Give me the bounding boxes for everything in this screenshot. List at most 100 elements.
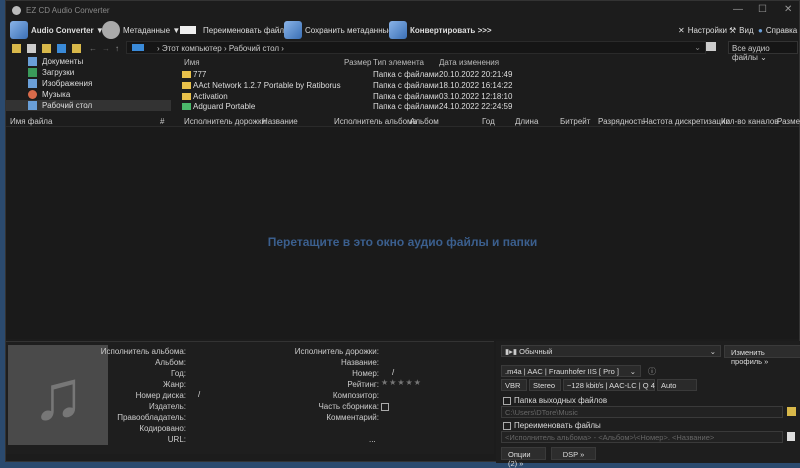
- file-type-filter[interactable]: Все аудио файлы ⌄: [728, 41, 798, 54]
- documents-icon: [28, 57, 37, 66]
- col-album[interactable]: Альбом: [410, 117, 439, 126]
- compilation-checkbox[interactable]: [381, 403, 389, 411]
- back-icon[interactable]: ←: [89, 44, 97, 53]
- chevron-down-icon: ⌄: [710, 347, 716, 356]
- metadata-label: Метаданные ▼: [123, 26, 180, 35]
- samplerate-select[interactable]: Auto: [657, 379, 697, 391]
- label-rating: Рейтинг:: [259, 379, 379, 390]
- format-value: .m4a | AAC | Fraunhofer IIS [ Pro ]: [505, 367, 619, 376]
- folder-icon: [182, 71, 191, 78]
- format-select[interactable]: .m4a | AAC | Fraunhofer IIS [ Pro ]⌄: [501, 365, 641, 377]
- desktop-icon[interactable]: [57, 44, 66, 53]
- metadata-button[interactable]: Метаданные ▼: [102, 20, 180, 40]
- output-folder-input[interactable]: C:\Users\DTore\Music: [501, 406, 783, 418]
- track-table-header: Имя файла # Исполнитель дорожки Название…: [6, 114, 799, 127]
- save-metadata-button[interactable]: Сохранить метаданные: [284, 20, 393, 40]
- quality-select[interactable]: ~128 kbit/s | AAC-LC | Q 4: [563, 379, 655, 391]
- col-title[interactable]: Название: [262, 117, 298, 126]
- quality-value: ~128 kbit/s | AAC-LC | Q 4: [567, 381, 655, 390]
- forward-icon[interactable]: →: [102, 44, 110, 53]
- col-number[interactable]: #: [160, 117, 164, 126]
- header-name[interactable]: Имя: [184, 58, 200, 69]
- col-bitrate[interactable]: Битрейт: [560, 117, 590, 126]
- address-bar[interactable]: › Этот компьютер › Рабочий стол › ⌄: [126, 41, 706, 54]
- view-mode-icon[interactable]: [706, 42, 716, 51]
- file-date: 18.10.2022 16:14:22: [439, 81, 512, 90]
- chevron-down-icon[interactable]: ⌄: [694, 43, 701, 52]
- drop-area[interactable]: Перетащите в это окно аудио файлы и папк…: [6, 127, 799, 339]
- file-row[interactable]: Adguard PortableПапка с файлами24.10.202…: [182, 102, 782, 113]
- user-icon[interactable]: [27, 44, 36, 53]
- help-label: Справка: [766, 26, 797, 35]
- file-row[interactable]: AAct Network 1.2.7 Portable by Ratiborus…: [182, 81, 782, 92]
- header-size[interactable]: Размер: [344, 58, 372, 69]
- convert-button[interactable]: Конвертировать >>>: [389, 20, 492, 40]
- pattern-editor-icon[interactable]: [787, 432, 795, 441]
- mode-select[interactable]: VBR: [501, 379, 527, 391]
- help-button[interactable]: ●Справка: [758, 20, 797, 40]
- audio-converter-button[interactable]: Audio Converter ▼: [10, 20, 104, 40]
- hammer-icon: ⚒: [729, 26, 736, 35]
- tree-item-documents[interactable]: Документы: [6, 56, 171, 67]
- label-compilation: Часть сборника:: [259, 401, 379, 412]
- options-button[interactable]: Опции (2) »: [501, 447, 546, 460]
- profile-icon: ▮▸▮: [505, 347, 517, 356]
- breadcrumb-this-pc[interactable]: Этот компьютер: [162, 44, 222, 53]
- col-year[interactable]: Год: [482, 117, 495, 126]
- rename-pattern-input[interactable]: <Исполнитель альбома> - <Альбом>\<Номер>…: [501, 431, 783, 443]
- header-date[interactable]: Дата изменения: [439, 58, 499, 69]
- music-icon[interactable]: [72, 44, 81, 53]
- tree-item-desktop[interactable]: Рабочий стол: [6, 100, 171, 111]
- track-number-field[interactable]: /: [392, 368, 394, 377]
- col-bitdepth[interactable]: Разрядность: [598, 117, 645, 126]
- close-button[interactable]: ✕: [784, 4, 792, 15]
- rename-files-toggle[interactable]: Переименовать файлы: [503, 421, 601, 430]
- tree-item-pictures[interactable]: Изображения: [6, 78, 171, 89]
- col-album-artist[interactable]: Исполнитель альбома: [334, 117, 417, 126]
- dsp-button[interactable]: DSP »: [551, 447, 596, 460]
- file-type: Папка с файлами: [373, 102, 439, 111]
- settings-button[interactable]: ✕Настройки: [678, 20, 727, 40]
- folder-tree: Документы Загрузки Изображения Музыка Ра…: [6, 56, 171, 112]
- disc-number-field[interactable]: /: [198, 390, 200, 399]
- file-date: 20.10.2022 20:21:49: [439, 70, 512, 79]
- convert-icon: [389, 21, 407, 39]
- view-button[interactable]: ⚒Вид: [729, 20, 754, 40]
- profile-select[interactable]: ▮▸▮ Обычный⌄: [501, 345, 721, 357]
- col-track-artist[interactable]: Исполнитель дорожки: [184, 117, 266, 126]
- file-type: Папка с файлами: [373, 81, 439, 90]
- browse-folder-icon[interactable]: [787, 407, 796, 416]
- label-encoded-by: Кодировано:: [66, 423, 186, 434]
- file-name: Adguard Portable: [193, 102, 255, 111]
- col-size[interactable]: Размер: [777, 117, 800, 126]
- col-filename[interactable]: Имя файла: [10, 117, 52, 126]
- change-profile-button[interactable]: Изменить профиль »: [724, 345, 800, 358]
- meta-right-labels: Исполнитель дорожки: Название: Номер: Ре…: [259, 346, 379, 423]
- breadcrumb-desktop[interactable]: Рабочий стол: [229, 44, 279, 53]
- drop-message: Перетащите в это окно аудио файлы и папк…: [6, 235, 799, 249]
- header-type[interactable]: Тип элемента: [373, 58, 424, 69]
- tree-item-music[interactable]: Музыка: [6, 89, 171, 100]
- col-samplerate[interactable]: Частота дискретизации: [643, 117, 730, 126]
- music-icon: [28, 90, 37, 99]
- save-metadata-label: Сохранить метаданные: [305, 26, 393, 35]
- tree-item-downloads[interactable]: Загрузки: [6, 67, 171, 78]
- documents-icon[interactable]: [42, 44, 51, 53]
- more-button[interactable]: ...: [369, 435, 376, 444]
- output-folder-toggle[interactable]: Папка выходных файлов: [503, 396, 607, 405]
- minimize-button[interactable]: —: [733, 4, 743, 15]
- col-channels[interactable]: Кол-во каналов: [721, 117, 779, 126]
- file-row[interactable]: 777Папка с файлами20.10.2022 20:21:49: [182, 70, 782, 81]
- rating-stars[interactable]: ★★★★★: [381, 378, 422, 387]
- output-folder-checkbox[interactable]: [503, 397, 511, 405]
- col-length[interactable]: Длина: [515, 117, 538, 126]
- rename-files-checkbox[interactable]: [503, 422, 511, 430]
- maximize-button[interactable]: ☐: [758, 4, 767, 15]
- channels-select[interactable]: Stereo: [529, 379, 561, 391]
- rename-files-button[interactable]: Переименовать файлы: [180, 20, 290, 40]
- info-icon[interactable]: ⓘ: [648, 366, 656, 377]
- up-icon[interactable]: ↑: [115, 44, 119, 53]
- audio-converter-label: Audio Converter ▼: [31, 26, 104, 35]
- folder-icon[interactable]: [12, 44, 21, 53]
- file-name: 777: [193, 70, 206, 79]
